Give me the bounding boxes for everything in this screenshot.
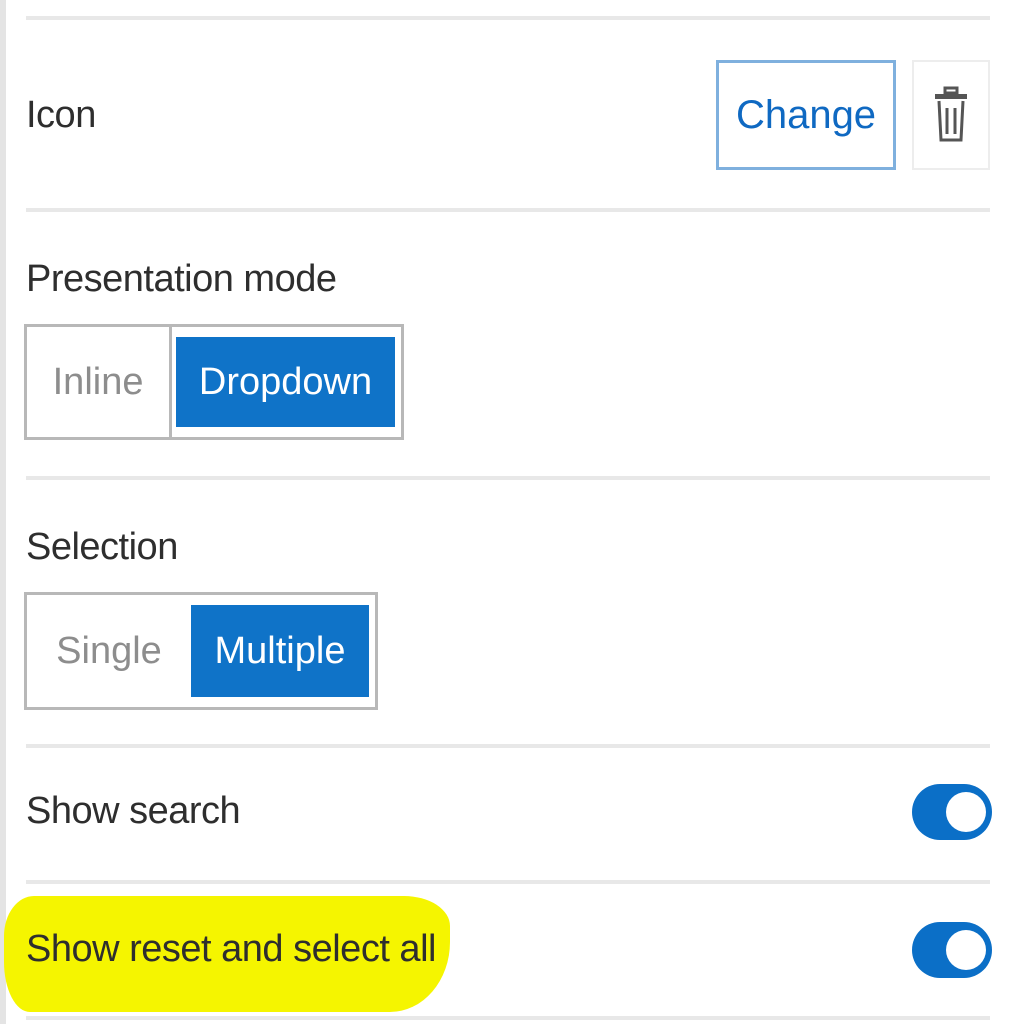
- show-search-toggle[interactable]: [912, 784, 992, 840]
- divider: [26, 880, 990, 884]
- show-reset-select-all-toggle[interactable]: [912, 922, 992, 978]
- presentation-mode-option-dropdown[interactable]: Dropdown: [176, 337, 395, 427]
- divider: [26, 476, 990, 480]
- presentation-mode-label: Presentation mode: [26, 258, 337, 300]
- show-reset-select-all-label: Show reset and select all: [26, 928, 436, 970]
- presentation-mode-option-inline[interactable]: Inline: [27, 327, 170, 437]
- selection-label: Selection: [26, 526, 178, 568]
- divider: [26, 208, 990, 212]
- toggle-knob: [946, 930, 986, 970]
- selection-option-single[interactable]: Single: [27, 595, 191, 707]
- divider: [26, 1016, 990, 1020]
- selection-option-multiple[interactable]: Multiple: [191, 605, 369, 697]
- settings-panel: Icon Change Presentation mode Inline Dro…: [0, 0, 1024, 1024]
- delete-icon-button[interactable]: [912, 60, 990, 170]
- change-icon-button[interactable]: Change: [716, 60, 896, 170]
- toggle-knob: [946, 792, 986, 832]
- presentation-mode-segmented-control: Inline Dropdown: [24, 324, 404, 440]
- panel-left-edge: [0, 0, 6, 1024]
- segment-separator: [169, 327, 173, 437]
- trash-icon: [935, 86, 967, 142]
- divider: [26, 16, 990, 20]
- icon-label: Icon: [26, 94, 96, 136]
- selection-segmented-control: Single Multiple: [24, 592, 378, 710]
- show-search-label: Show search: [26, 790, 241, 832]
- divider: [26, 744, 990, 748]
